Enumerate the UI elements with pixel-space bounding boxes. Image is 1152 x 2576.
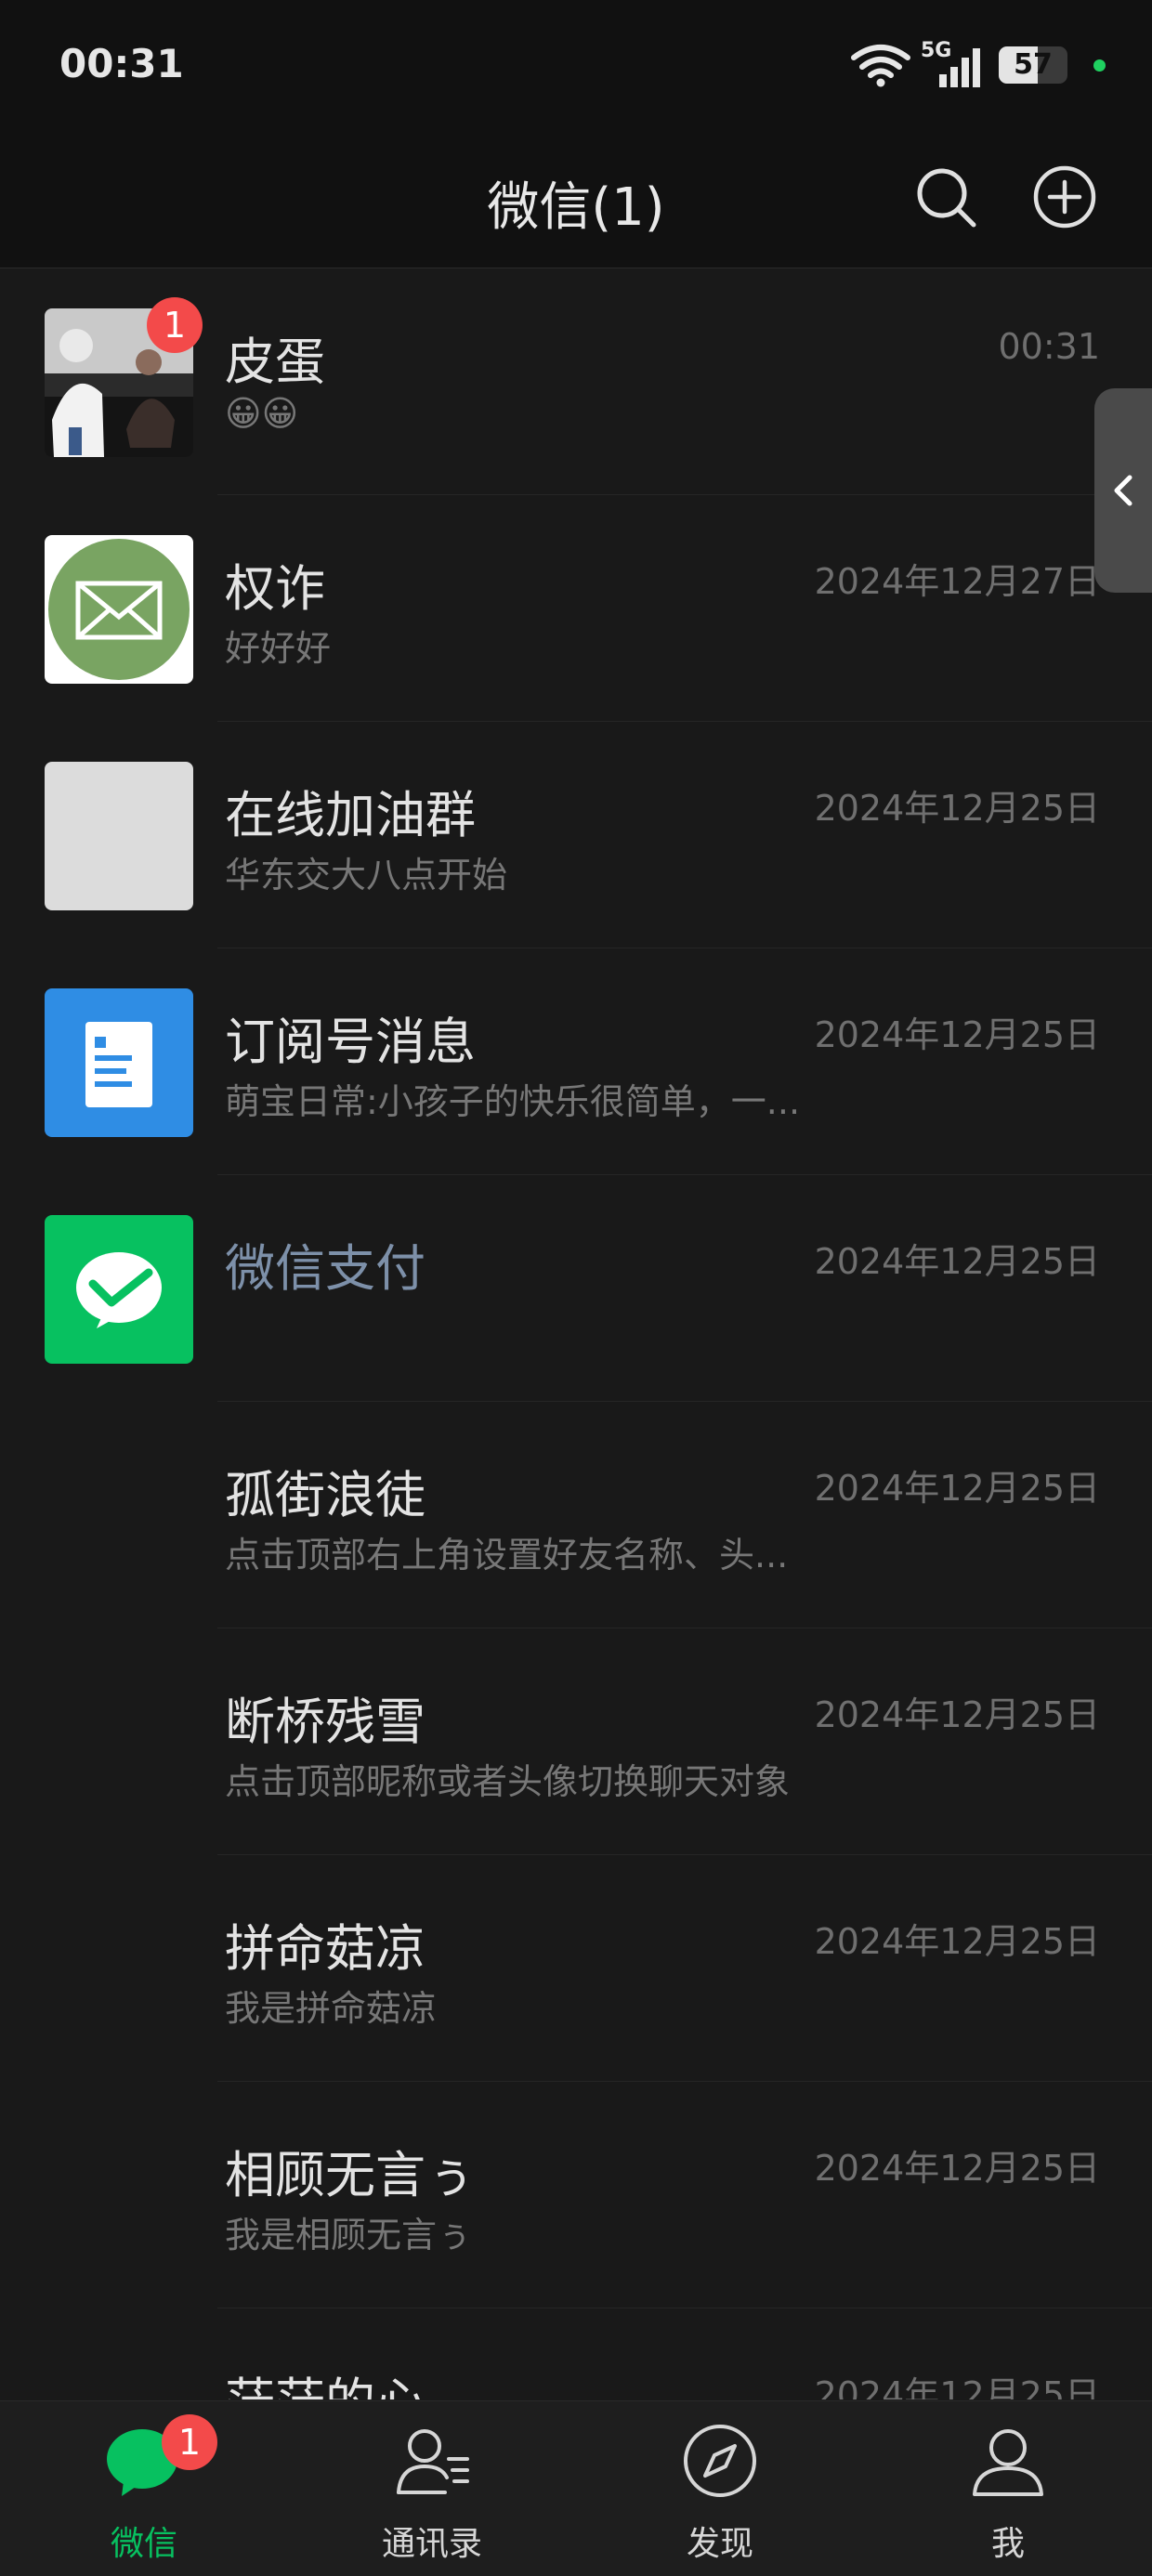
chat-time: 00:31 — [998, 326, 1100, 367]
chat-time: 2024年12月27日 — [814, 561, 1100, 602]
battery-indicator: 57 — [999, 46, 1067, 84]
chat-time: 2024年12月25日 — [814, 788, 1100, 829]
cellular-signal: 5G — [921, 39, 982, 87]
tab-contacts[interactable]: 通讯录 — [288, 2401, 576, 2576]
tab-label: 发现 — [686, 2525, 753, 2563]
add-circle-icon[interactable] — [1031, 163, 1098, 230]
tab-label: 我 — [990, 2525, 1025, 2563]
chat-item-mangmangdexin[interactable]: 茫茫的心 2024年12月25日 — [0, 2308, 1152, 2399]
chat-name: 皮蛋 — [225, 333, 325, 391]
chat-time: 2024年12月25日 — [814, 1694, 1100, 1735]
avatar[interactable] — [45, 1215, 193, 1364]
chat-time: 2024年12月25日 — [814, 2148, 1100, 2189]
chat-last-message: 我是相顾无言ぅ — [225, 2215, 473, 2256]
chat-item-pidan[interactable]: 1 皮蛋 😀😀 00:31 — [0, 268, 1152, 495]
chat-item-gujielangtu[interactable]: 孤街浪徒 点击顶部右上角设置好友名称、头... 2024年12月25日 — [0, 1402, 1152, 1628]
chat-name: 拼命菇凉 — [225, 1919, 425, 1978]
privacy-dot-indicator — [1093, 59, 1106, 72]
chat-time: 2024年12月25日 — [814, 1241, 1100, 1282]
chat-item-quanzha[interactable]: 权诈 好好好 2024年12月27日 — [0, 495, 1152, 722]
chat-time: 2024年12月25日 — [814, 1921, 1100, 1962]
chevron-left-icon — [1114, 475, 1132, 506]
chat-item-duanqiaocanxue[interactable]: 断桥残雪 点击顶部昵称或者头像切换聊天对象 2024年12月25日 — [0, 1628, 1152, 1855]
tab-chats[interactable]: 1 微信 — [0, 2401, 288, 2576]
chat-name: 微信支付 — [225, 1239, 425, 1298]
avatar[interactable] — [45, 762, 193, 910]
app-header: 微信(1) — [0, 132, 1152, 268]
subscription-avatar — [45, 988, 193, 1137]
envelope-avatar — [45, 535, 193, 684]
chat-time: 2024年12月25日 — [814, 2374, 1100, 2399]
chat-name: 孤街浪徒 — [225, 1466, 425, 1524]
tab-label: 微信 — [110, 2525, 177, 2563]
chat-name: 在线加油群 — [225, 786, 476, 844]
compass-icon — [684, 2425, 756, 2497]
chat-last-message: 华东交大八点开始 — [225, 855, 508, 896]
tab-label: 通讯录 — [381, 2525, 482, 2563]
chat-name: 茫茫的心 — [225, 2360, 425, 2399]
chat-time: 2024年12月25日 — [814, 1014, 1100, 1055]
status-bar: 00:31 5G 57 — [0, 0, 1152, 132]
avatar[interactable] — [45, 988, 193, 1137]
chat-item-zaixianjiayouqun[interactable]: 在线加油群 华东交大八点开始 2024年12月25日 — [0, 722, 1152, 948]
chat-name: 权诈 — [225, 559, 325, 618]
tab-discover[interactable]: 发现 — [576, 2401, 864, 2576]
search-icon[interactable] — [912, 163, 979, 230]
chat-item-pinmingguliang[interactable]: 拼命菇凉 我是拼命菇凉 2024年12月25日 — [0, 1855, 1152, 2082]
page-title: 微信(1) — [487, 177, 665, 238]
status-time: 00:31 — [59, 41, 184, 86]
tab-me[interactable]: 我 — [864, 2401, 1152, 2576]
chat-last-message: 点击顶部右上角设置好友名称、头... — [225, 1535, 789, 1576]
wechat-pay-avatar — [45, 1215, 193, 1364]
chat-last-message: 萌宝日常:小孩子的快乐很简单，一... — [225, 1081, 801, 1122]
chat-time: 2024年12月25日 — [814, 1468, 1100, 1509]
wifi-icon — [851, 45, 910, 87]
chat-last-message: 好好好 — [225, 628, 332, 669]
battery-level: 57 — [1014, 48, 1053, 81]
avatar[interactable] — [45, 535, 193, 684]
chat-item-wechat-pay[interactable]: 微信支付 2024年12月25日 — [0, 1175, 1152, 1402]
side-drawer-handle[interactable] — [1094, 388, 1152, 593]
contacts-icon — [397, 2429, 469, 2494]
chat-list[interactable]: 1 皮蛋 😀😀 00:31 权诈 好好好 2024年12月27日 在线加油群 华… — [0, 268, 1152, 2399]
bottom-tab-bar: 1 微信 通讯录 发现 我 — [0, 2400, 1152, 2576]
chat-item-subscription-messages[interactable]: 订阅号消息 萌宝日常:小孩子的快乐很简单，一... 2024年12月25日 — [0, 948, 1152, 1175]
signal-bars-icon — [939, 48, 980, 87]
status-icons: 5G 57 — [850, 39, 1106, 87]
person-icon — [973, 2429, 1043, 2496]
unread-badge: 1 — [147, 297, 203, 353]
chat-item-xiangguwuyan[interactable]: 相顾无言ぅ 我是相顾无言ぅ 2024年12月25日 — [0, 2082, 1152, 2308]
chat-name: 相顾无言ぅ — [225, 2146, 476, 2204]
chat-last-message: 我是拼命菇凉 — [225, 1988, 438, 2029]
chat-name: 订阅号消息 — [225, 1013, 476, 1071]
tab-unread-badge: 1 — [162, 2414, 217, 2470]
chat-last-message: 😀😀 — [225, 393, 299, 434]
chat-last-message: 点击顶部昵称或者头像切换聊天对象 — [225, 1761, 791, 1802]
chat-name: 断桥残雪 — [225, 1693, 425, 1751]
